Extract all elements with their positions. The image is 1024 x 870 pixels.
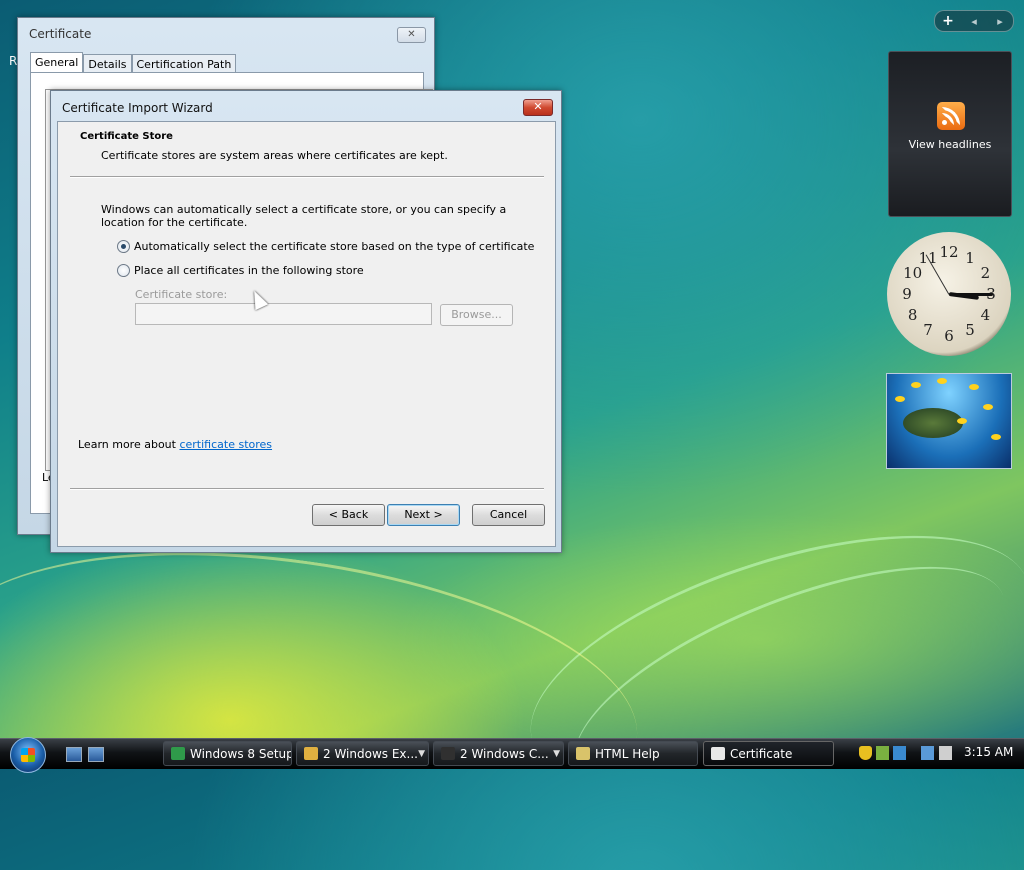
rss-icon (937, 102, 965, 130)
footer-divider (70, 488, 544, 490)
chevron-down-icon: ▼ (418, 749, 425, 759)
view-headlines-label[interactable]: View headlines (889, 138, 1011, 151)
clock-number: 4 (980, 306, 991, 324)
taskbar-button-windows-explorer-group[interactable]: 2 Windows Ex... ▼ (296, 741, 429, 766)
add-gadget-button[interactable]: + (935, 13, 961, 29)
taskbar-button-certificate[interactable]: Certificate (703, 741, 834, 766)
page-subtitle: Certificate stores are system areas wher… (101, 149, 448, 162)
taskbar-button-label: Windows 8 Setup (190, 747, 292, 761)
taskbar-button-command-prompt-group[interactable]: 2 Windows C... ▼ (433, 741, 564, 766)
previous-page-button[interactable]: ◂ (961, 15, 987, 28)
clock-number: 6 (944, 327, 954, 345)
radio-place-in-store-label[interactable]: Place all certificates in the following … (134, 264, 364, 277)
taskbar-clock[interactable]: 3:15 AM (964, 745, 1013, 759)
sidebar-controls[interactable]: + ◂ ▸ (934, 10, 1014, 32)
intro-text: Windows can automatically select a certi… (101, 203, 507, 229)
radio-place-in-store[interactable] (117, 264, 130, 277)
certificate-store-field[interactable] (135, 303, 432, 325)
taskbar-button-label: 2 Windows Ex... (323, 747, 418, 761)
browse-button[interactable]: Browse... (440, 304, 513, 326)
certificate-icon (711, 747, 725, 760)
slideshow-gadget[interactable] (886, 373, 1012, 469)
switch-windows-icon[interactable] (88, 747, 104, 762)
certificate-window-title: Certificate (29, 27, 92, 41)
clock-number: 8 (907, 306, 918, 324)
auto-select-store-option[interactable]: Automatically select the certificate sto… (117, 240, 534, 253)
certificate-import-wizard[interactable]: Certificate Import Wizard ✕ Certificate … (50, 90, 562, 553)
sea-turtle-image (903, 408, 963, 438)
clock-number: 9 (902, 285, 912, 303)
clock-number: 12 (939, 243, 959, 261)
taskbar-button-windows-8-setup[interactable]: Windows 8 Setup (163, 741, 292, 766)
taskbar: Windows 8 Setup 2 Windows Ex... ▼ 2 Wind… (0, 737, 1024, 773)
learn-more-prefix: Learn more about (78, 438, 180, 451)
clock-number: 7 (923, 321, 933, 340)
clock-number: 10 (903, 264, 923, 282)
radio-auto-select[interactable] (117, 240, 130, 253)
page-title: Certificate Store (80, 131, 173, 142)
taskbar-button-label: HTML Help (595, 747, 660, 761)
close-button[interactable]: ✕ (523, 99, 553, 116)
place-in-store-option[interactable]: Place all certificates in the following … (117, 264, 364, 277)
folder-icon (304, 747, 318, 760)
command-prompt-icon (441, 747, 455, 760)
wizard-page: Certificate Store Certificate stores are… (57, 121, 556, 547)
chevron-down-icon: ▼ (553, 749, 560, 759)
show-desktop-icon[interactable] (66, 747, 82, 762)
certificate-stores-link[interactable]: certificate stores (179, 438, 272, 451)
clock-number: 1 (965, 248, 975, 267)
clock-number: 2 (980, 264, 991, 282)
windows-update-icon[interactable] (893, 746, 906, 760)
tab-details[interactable]: Details (83, 54, 132, 73)
wizard-title: Certificate Import Wizard (62, 101, 213, 115)
certificate-store-label: Certificate store: (135, 288, 228, 301)
tab-certification-path[interactable]: Certification Path (131, 54, 237, 73)
clock-gadget[interactable]: 121234567891011 (887, 232, 1011, 356)
next-page-button[interactable]: ▸ (987, 15, 1013, 28)
taskbar-button-html-help[interactable]: HTML Help (568, 741, 698, 766)
header-divider (70, 176, 544, 178)
cancel-button[interactable]: Cancel (472, 504, 545, 526)
security-shield-icon[interactable] (859, 746, 872, 760)
help-icon (576, 747, 590, 760)
network-tray-icon[interactable] (876, 746, 889, 760)
taskbar-button-label: 2 Windows C... (460, 747, 549, 761)
tab-general[interactable]: General (30, 52, 84, 73)
clock-minute-hand (949, 292, 993, 296)
back-button[interactable]: < Back (312, 504, 385, 526)
close-button[interactable]: ✕ (397, 27, 426, 43)
learn-more-line: Learn more about certificate stores (78, 438, 272, 451)
volume-icon[interactable] (939, 746, 952, 760)
setup-icon (171, 747, 185, 760)
feed-headlines-gadget[interactable]: View headlines (888, 51, 1012, 217)
radio-auto-select-label[interactable]: Automatically select the certificate sto… (134, 240, 534, 253)
taskbar-button-label: Certificate (730, 747, 793, 761)
next-button[interactable]: Next > (387, 504, 460, 526)
wallpaper-streak (0, 512, 655, 870)
clock-number: 5 (965, 321, 975, 340)
network-connection-icon[interactable] (921, 746, 934, 760)
